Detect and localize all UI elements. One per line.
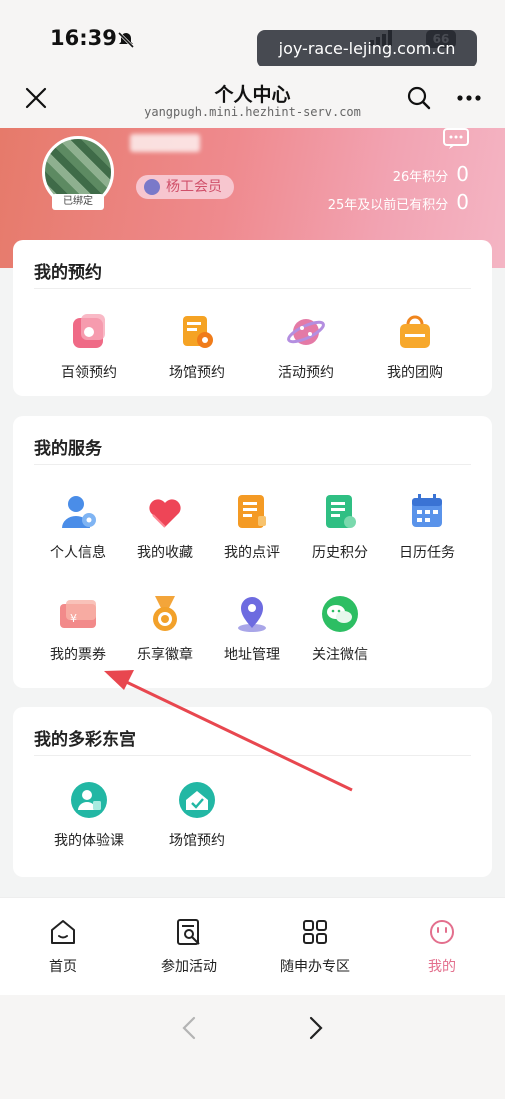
svg-text:¥: ¥ [70, 612, 77, 625]
venue-home-icon [177, 780, 217, 820]
dongong-venue-label: 场馆预约 [169, 833, 225, 849]
activity-reserve-label: 活动预约 [278, 365, 334, 381]
dongong-card: 我的多彩东宫 我的体验课 场馆预约 [13, 707, 492, 877]
mute-bell-icon [117, 31, 135, 49]
address-item[interactable]: 地址管理 [208, 594, 296, 664]
tab-join-activity[interactable]: 参加活动 [139, 918, 239, 976]
message-icon[interactable] [443, 128, 469, 150]
services-card: 我的服务 个人信息 我的收藏 我的点评 历史积分 日历任务 ¥ 我的票券 乐享徽… [13, 416, 492, 688]
dongong-title: 我的多彩东宫 [34, 730, 136, 750]
venue-reserve-label: 场馆预约 [169, 365, 225, 381]
member-badge-label: 杨工会员 [166, 179, 222, 195]
points-2025-label: 25年及以前已有积分 [327, 198, 449, 213]
reservations-title: 我的预约 [34, 263, 102, 283]
trial-class-icon [69, 780, 109, 820]
personal-info-item[interactable]: 个人信息 [34, 492, 122, 562]
home-icon [51, 920, 75, 944]
points-history-label: 历史积分 [312, 545, 368, 561]
ticket-item[interactable]: ¥ 我的票券 [34, 594, 122, 664]
status-bar: 16:39 66 joy-race-lejing.com.cn [0, 0, 505, 68]
domain-watermark: joy-race-lejing.com.cn [257, 30, 477, 68]
personal-info-label: 个人信息 [50, 545, 106, 561]
points-2025: 25年及以前已有积分 0 [328, 190, 469, 214]
back-arrow-icon[interactable] [178, 1015, 200, 1041]
favorites-label: 我的收藏 [137, 545, 193, 561]
review-item[interactable]: 我的点评 [208, 492, 296, 562]
divider [34, 755, 471, 756]
calendar-icon [407, 492, 447, 532]
ticket-icon: ¥ [58, 594, 98, 634]
tab-home-label: 首页 [49, 959, 77, 975]
bailing-reserve-label: 百领预约 [61, 365, 117, 381]
tab-join-activity-label: 参加活动 [161, 959, 217, 975]
search-icon[interactable] [406, 85, 432, 111]
join-activity-icon [177, 919, 200, 945]
dongong-venue-item[interactable]: 场馆预约 [153, 780, 241, 850]
favorites-heart-icon [145, 492, 185, 532]
group-buy-item[interactable]: 我的团购 [371, 312, 459, 382]
points-2026-label: 26年积分 [392, 170, 449, 185]
badge-medal-icon [145, 594, 185, 634]
divider [34, 288, 471, 289]
member-badge: 杨工会员 [136, 175, 234, 199]
address-label: 地址管理 [224, 647, 280, 663]
trial-class-label: 我的体验课 [54, 833, 124, 849]
nav-bar: 个人中心 yangpugh.mini.hezhint-serv.com [0, 66, 505, 128]
member-badge-icon [144, 179, 160, 195]
tab-mine[interactable]: 我的 [392, 918, 492, 976]
points-2026-value: 0 [456, 162, 469, 186]
points-2025-value: 0 [456, 190, 469, 214]
venue-reserve-item[interactable]: 场馆预约 [153, 312, 241, 382]
group-buy-icon [395, 312, 435, 352]
browser-bottom-bar [0, 995, 505, 1099]
tab-mine-label: 我的 [428, 959, 456, 975]
services-title: 我的服务 [34, 439, 102, 459]
badge-label: 乐享徽章 [137, 647, 193, 663]
wechat-item[interactable]: 关注微信 [296, 594, 384, 664]
wechat-icon [320, 594, 360, 634]
bound-tag: 已绑定 [52, 194, 104, 210]
status-time: 16:39 [50, 26, 117, 50]
user-name-blurred [130, 134, 200, 152]
group-buy-label: 我的团购 [387, 365, 443, 381]
bailing-reserve-item[interactable]: 百领预约 [45, 312, 133, 382]
tab-bar: 首页 参加活动 随申办专区 我的 [0, 897, 505, 995]
wechat-label: 关注微信 [312, 647, 368, 663]
tab-service-zone-label: 随申办专区 [280, 959, 350, 975]
grid-icon [303, 920, 327, 944]
reservations-card: 我的预约 百领预约 场馆预约 活动预约 我的团购 [13, 240, 492, 396]
venue-reserve-icon [177, 312, 217, 352]
more-dots-icon[interactable] [456, 86, 482, 110]
activity-reserve-item[interactable]: 活动预约 [262, 312, 350, 382]
tab-service-zone[interactable]: 随申办专区 [265, 918, 365, 976]
divider [34, 464, 471, 465]
points-history-icon [320, 492, 360, 532]
favorites-item[interactable]: 我的收藏 [121, 492, 209, 562]
bailing-reserve-icon [69, 312, 109, 352]
trial-class-item[interactable]: 我的体验课 [45, 780, 133, 850]
review-icon [232, 492, 272, 532]
review-label: 我的点评 [224, 545, 280, 561]
activity-reserve-icon [286, 312, 326, 352]
badge-item[interactable]: 乐享徽章 [121, 594, 209, 664]
tab-home[interactable]: 首页 [13, 918, 113, 976]
personal-info-icon [58, 492, 98, 532]
points-history-item[interactable]: 历史积分 [296, 492, 384, 562]
forward-arrow-icon[interactable] [305, 1015, 327, 1041]
ticket-label: 我的票券 [50, 647, 106, 663]
location-pin-icon [232, 594, 272, 634]
calendar-item[interactable]: 日历任务 [383, 492, 471, 562]
smile-icon [430, 920, 454, 944]
points-2026: 26年积分 0 [393, 162, 469, 186]
calendar-label: 日历任务 [399, 545, 455, 561]
